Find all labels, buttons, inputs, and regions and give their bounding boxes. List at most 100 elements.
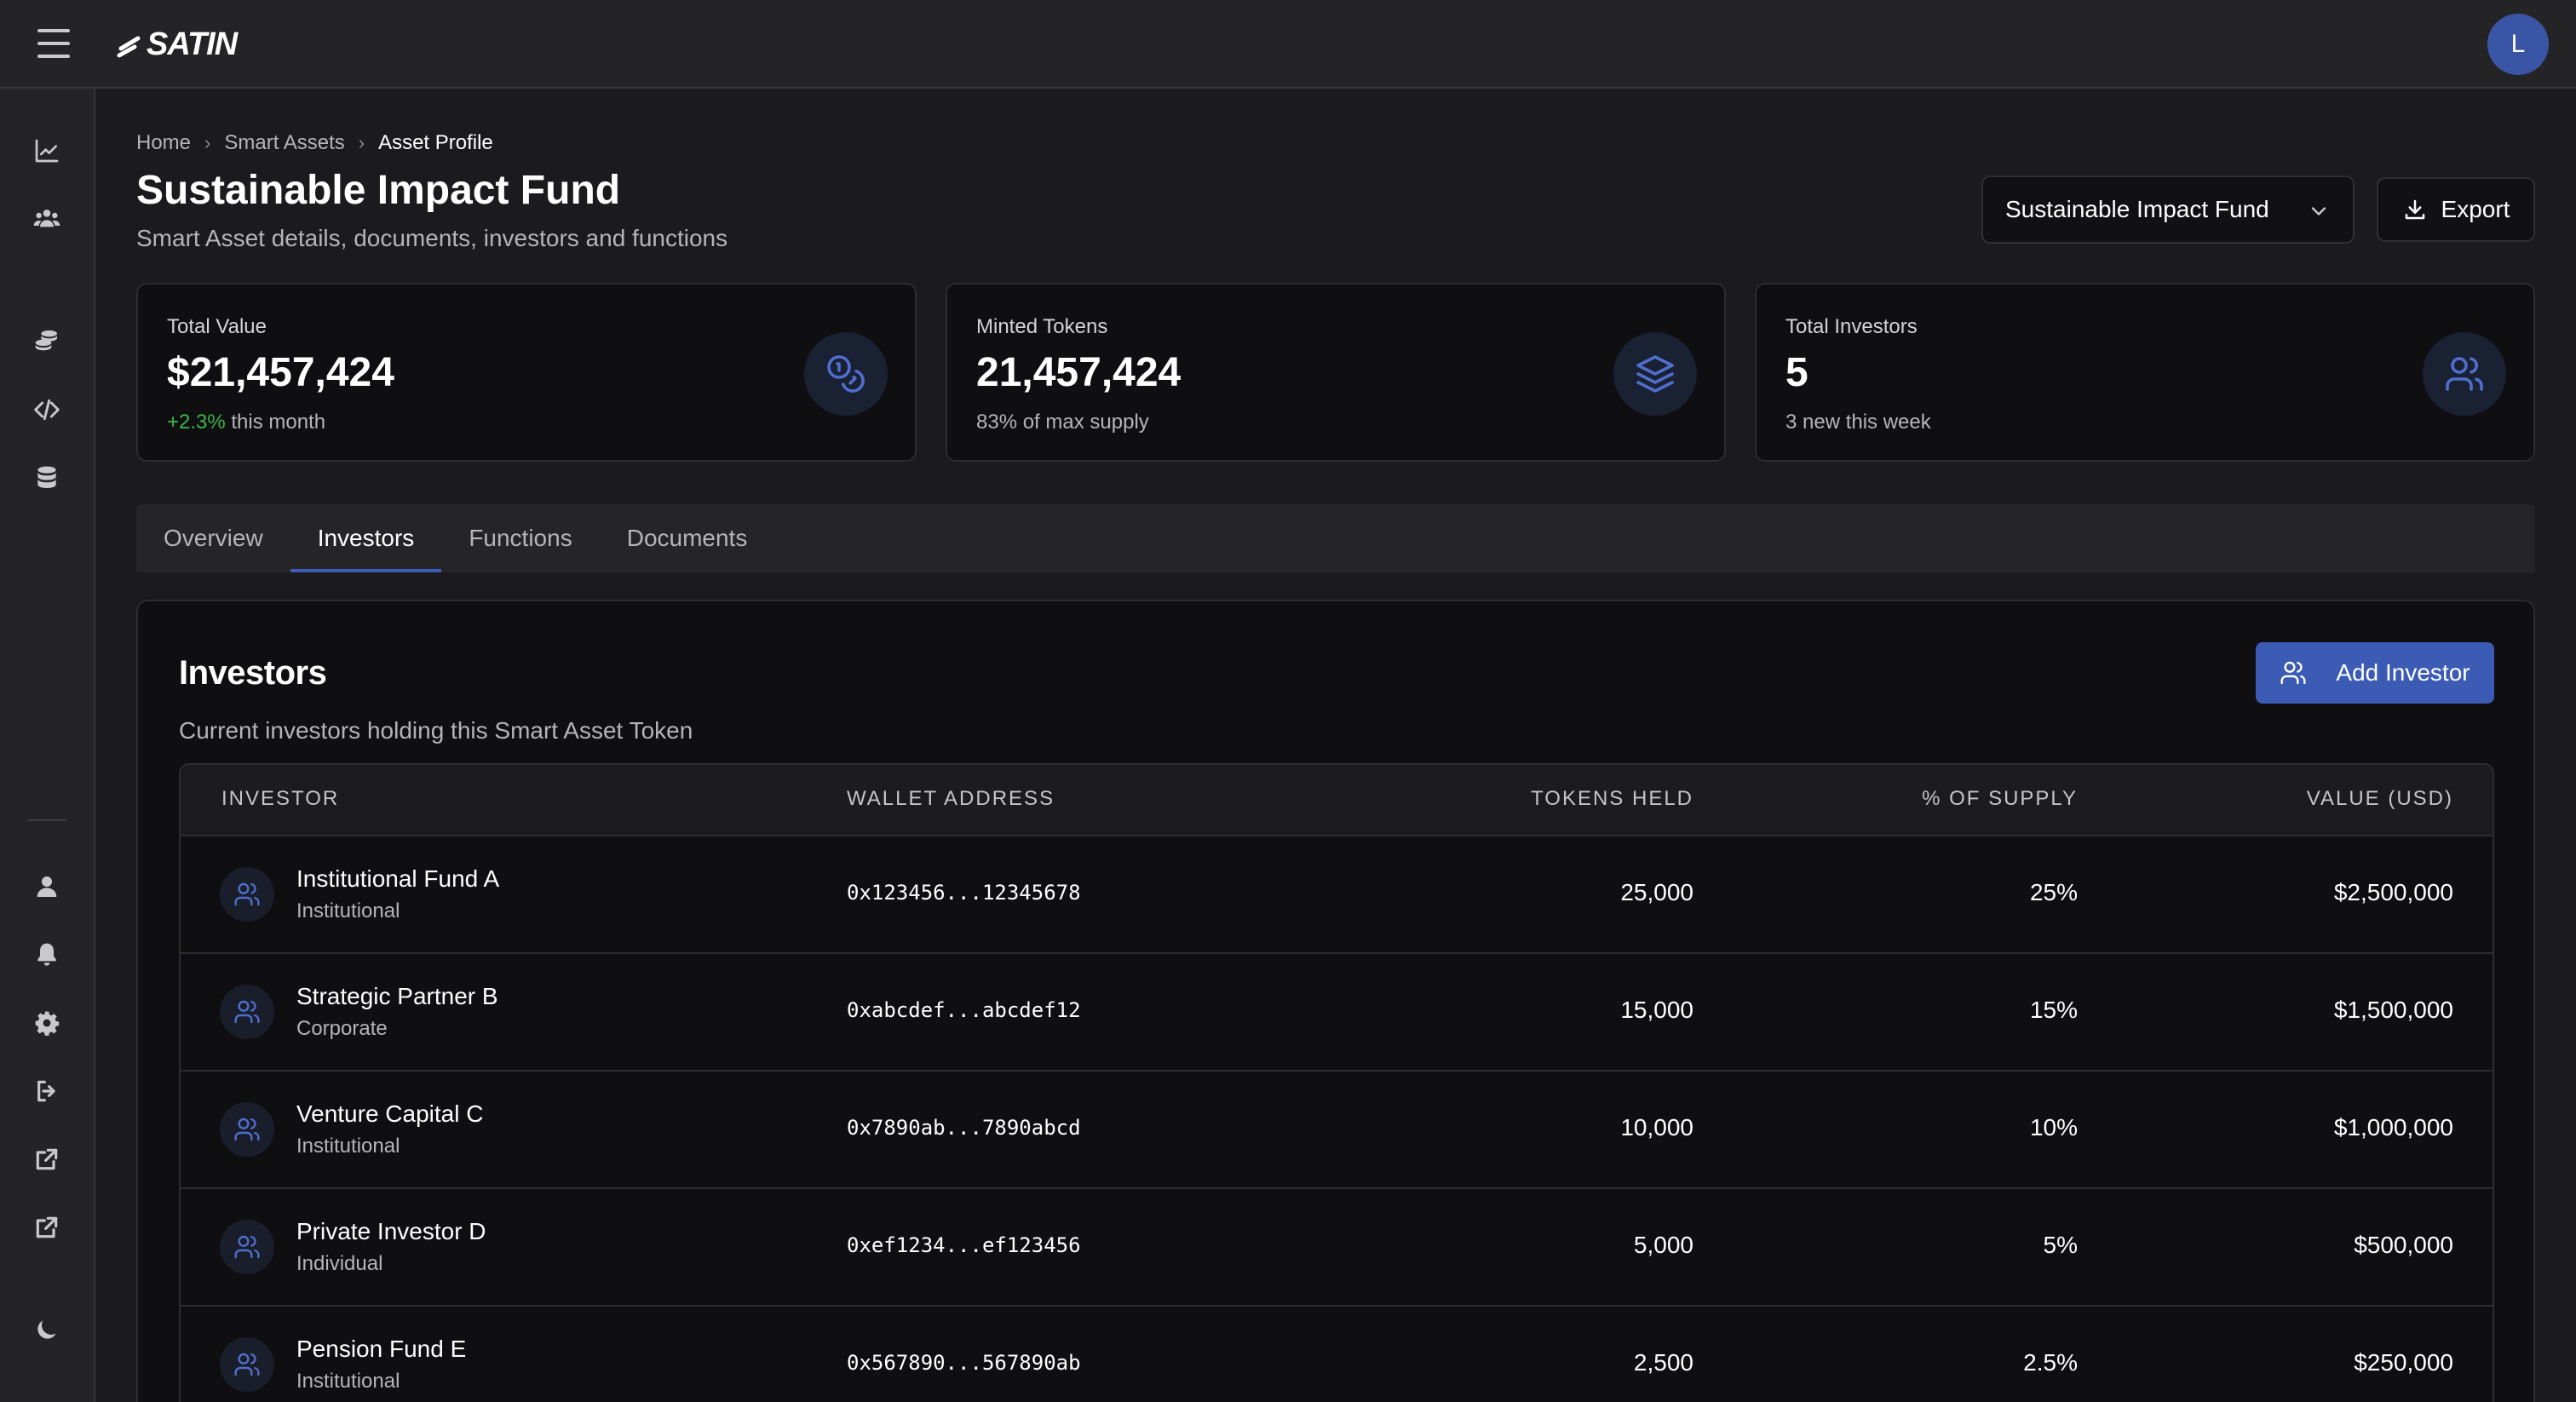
investors-table: Investor Wallet Address Tokens Held % of… [179,763,2494,1402]
column-header-investor[interactable]: Investor [221,787,339,811]
table-row[interactable]: Institutional Fund A Institutional 0x12345… [181,836,2493,954]
code-icon[interactable] [29,392,65,428]
investors-title: Investors [179,654,327,692]
page-subtitle: Smart Asset details, documents, investor… [136,225,728,251]
top-bar: SATIN L [0,0,2576,89]
investors-subtitle: Current investors holding this Smart Ass… [179,717,693,744]
percent-supply: 10% [2029,1114,2078,1141]
stat-change: +2.3% [167,411,226,434]
page-title: Sustainable Impact Fund [136,168,621,213]
investor-icon [220,1337,274,1392]
investor-type: Institutional [296,1135,400,1158]
stat-card-total-investors: Total Investors 5 3 new this week [1755,283,2535,462]
table-row[interactable]: Strategic Partner B Corporate 0xabcdef...a… [181,954,2493,1072]
investor-type: Institutional [296,1370,400,1393]
moon-icon[interactable] [29,1312,65,1347]
column-header-supply[interactable]: % of Supply [1922,787,2078,811]
tokens-held: 25,000 [1620,879,1693,905]
tab-investors[interactable]: Investors [290,504,442,572]
stat-change-suffix: this month [225,411,326,434]
tokens-held: 15,000 [1620,997,1693,1023]
chart-line-icon[interactable] [29,133,65,169]
value-usd: $2,500,000 [2333,879,2453,905]
users-icon [2280,661,2306,685]
tab-functions[interactable]: Functions [441,504,599,572]
value-usd: $250,000 [2354,1349,2453,1376]
column-header-wallet[interactable]: Wallet Address [847,787,1055,811]
table-row[interactable]: Private Investor D Individual 0xef1234...e… [181,1189,2493,1307]
sidebar-divider [27,819,66,821]
tokens-held: 10,000 [1620,1114,1693,1141]
stat-sub: +2.3% this month [167,411,325,434]
table-row[interactable]: Pension Fund E Institutional 0x567890...56… [181,1307,2493,1402]
breadcrumb-home[interactable]: Home [136,131,191,155]
external-link-icon[interactable] [29,1210,65,1245]
value-usd: $1,500,000 [2333,997,2453,1023]
investor-icon [220,985,274,1039]
sidebar [0,89,95,1402]
wallet-address: 0xef1234...ef123456 [847,1233,1081,1257]
stat-card-total-value: Total Value $21,457,424 +2.3% this month [136,283,917,462]
logo[interactable]: SATIN [116,26,238,63]
column-header-tokens[interactable]: Tokens Held [1531,787,1693,811]
stat-label: Minted Tokens [976,315,1108,338]
menu-icon[interactable] [37,29,70,58]
tab-documents[interactable]: Documents [600,504,775,572]
breadcrumb-current: Asset Profile [378,131,493,154]
coins-icon[interactable] [29,324,65,359]
database-icon[interactable] [29,460,65,496]
percent-supply: 5% [2043,1232,2078,1258]
column-header-value[interactable]: Value (USD) [2307,787,2453,811]
layers-icon [1613,332,1697,416]
stat-value: 5 [1785,350,1808,395]
investor-icon [220,1220,274,1274]
value-usd: $500,000 [2354,1232,2453,1258]
stat-sub: 3 new this week [1785,411,1931,434]
investor-type: Corporate [296,1017,388,1040]
investor-icon [220,1102,274,1157]
tokens-held: 5,000 [1633,1232,1693,1258]
investor-name: Institutional Fund A [296,865,500,892]
investor-name: Pension Fund E [296,1336,467,1362]
stat-value: 21,457,424 [976,350,1182,395]
export-button[interactable]: Export [2377,177,2535,242]
investors-panel: Investors Current investors holding this… [136,600,2535,1402]
investor-name: Strategic Partner B [296,983,498,1009]
asset-select-value: Sustainable Impact Fund [2005,196,2269,222]
download-icon [2405,199,2424,220]
user-icon[interactable] [29,869,65,905]
percent-supply: 2.5% [2023,1349,2078,1376]
stat-label: Total Investors [1785,315,1918,338]
investor-name: Venture Capital C [296,1100,484,1127]
tokens-held: 2,500 [1633,1349,1693,1376]
gear-icon[interactable] [29,1005,65,1041]
investor-type: Individual [296,1252,383,1275]
add-investor-label: Add Investor [2336,659,2470,686]
chevron-right-icon: › [358,132,365,153]
add-investor-button[interactable]: Add Investor [2256,642,2494,704]
satin-logo-icon [117,36,141,58]
table-header: Investor Wallet Address Tokens Held % of… [181,765,2493,836]
stat-value: $21,457,424 [167,350,394,395]
logout-icon[interactable] [29,1073,65,1109]
stat-sub: 83% of max supply [976,411,1149,434]
table-row[interactable]: Venture Capital C Institutional 0x7890ab..… [181,1072,2493,1189]
users-icon[interactable] [29,201,65,237]
wallet-address: 0x123456...12345678 [847,881,1081,905]
brand-name: SATIN [147,26,238,62]
user-avatar[interactable]: L [2487,14,2549,75]
asset-select[interactable]: Sustainable Impact Fund [1981,175,2355,244]
export-label: Export [2441,196,2510,222]
percent-supply: 15% [2029,997,2078,1023]
tab-bar: Overview Investors Functions Documents [136,504,2535,572]
wallet-address: 0x7890ab...7890abcd [847,1116,1081,1140]
percent-supply: 25% [2029,879,2078,905]
breadcrumb-smart-assets[interactable]: Smart Assets [224,131,344,155]
bell-icon[interactable] [29,937,65,973]
coins-icon [804,332,888,416]
tab-overview[interactable]: Overview [136,504,290,572]
investor-name: Private Investor D [296,1218,486,1244]
stat-card-minted-tokens: Minted Tokens 21,457,424 83% of max supp… [946,283,1726,462]
wallet-address: 0xabcdef...abcdef12 [847,998,1081,1022]
external-link-icon[interactable] [29,1141,65,1177]
